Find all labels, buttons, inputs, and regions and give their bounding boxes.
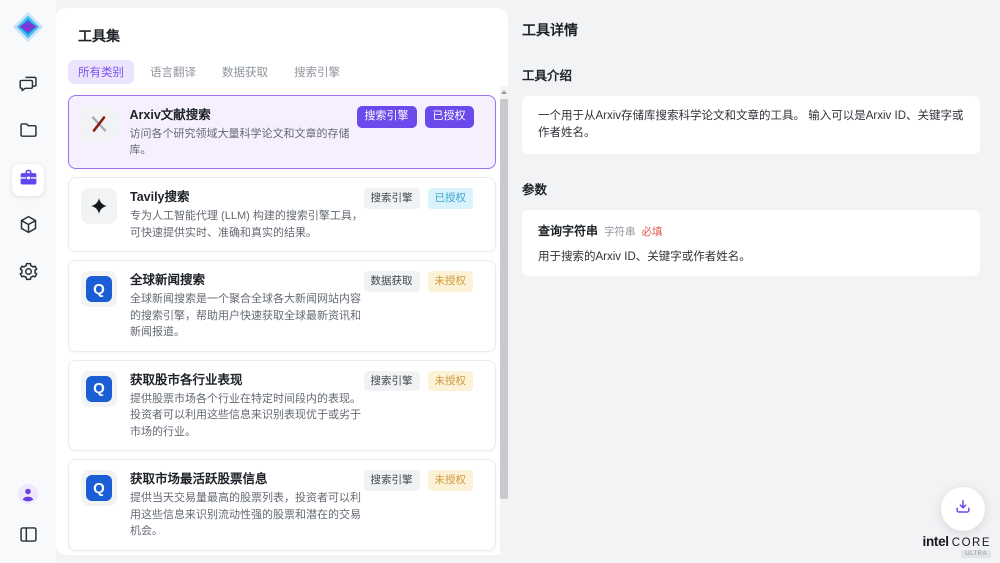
- tool-name: Arxiv文献搜索: [130, 106, 357, 124]
- scroll-up-icon[interactable]: [501, 90, 507, 94]
- layout-icon: [18, 524, 39, 550]
- page-title: 工具集: [78, 26, 508, 46]
- tab-search-engine[interactable]: 搜索引擎: [284, 60, 350, 84]
- tab-data-fetch[interactable]: 数据获取: [212, 60, 278, 84]
- tool-description: 提供当天交易量最高的股票列表，投资者可以利用这些信息来识别流动性强的股票和潜在的…: [130, 490, 364, 540]
- tavily-sparkle-icon: [81, 188, 117, 224]
- tool-badges: 搜索引擎 已授权: [357, 106, 474, 128]
- param-required-badge: 必填: [642, 224, 663, 239]
- folder-icon: [18, 120, 39, 146]
- category-badge: 搜索引擎: [364, 188, 420, 209]
- news-q-logo-icon: Q: [81, 371, 117, 407]
- tool-card[interactable]: Q 获取股市各行业表现 提供股票市场各个行业在特定时间段内的表现。投资者可以利用…: [68, 360, 496, 452]
- sidebar-bottom: [12, 480, 44, 553]
- news-q-logo-icon: Q: [81, 470, 117, 506]
- auth-badge: 已授权: [425, 106, 474, 128]
- sidebar-nav: [12, 70, 44, 290]
- tool-name: 获取市场最活跃股票信息: [130, 470, 364, 488]
- category-badge: 数据获取: [364, 271, 420, 292]
- sidebar-item-folder[interactable]: [12, 117, 44, 149]
- tool-description: 全球新闻搜索是一个聚合全球各大新闻网站内容的搜索引擎，帮助用户快速获取全球最新资…: [130, 291, 364, 341]
- auth-badge: 已授权: [428, 188, 474, 209]
- tool-badges: 搜索引擎 未授权: [364, 470, 474, 491]
- sidebar-item-layout[interactable]: [12, 521, 44, 553]
- core-wordmark: CORE: [952, 537, 991, 549]
- tools-list-panel: 工具集 所有类别语言翻译数据获取搜索引擎 Arxiv文献搜索 访问各个研究领域大…: [56, 8, 508, 555]
- intel-core-logo: intel CORE ultra: [921, 534, 991, 558]
- tool-badges: 搜索引擎 已授权: [364, 188, 474, 209]
- news-q-logo-icon: Q: [81, 271, 117, 307]
- tool-name: Tavily搜索: [130, 188, 364, 206]
- param-description: 用于搜索的Arxiv ID、关键字或作者姓名。: [538, 248, 964, 264]
- detail-title: 工具详情: [522, 20, 980, 40]
- download-icon: [953, 497, 973, 522]
- auth-badge: 未授权: [428, 271, 474, 292]
- tool-card[interactable]: Q 获取市场最活跃股票信息 提供当天交易量最高的股票列表，投资者可以利用这些信息…: [68, 459, 496, 551]
- tool-name: 获取股市各行业表现: [130, 371, 364, 389]
- param-card: 查询字符串 字符串 必填 用于搜索的Arxiv ID、关键字或作者姓名。: [522, 210, 980, 276]
- tab-translation[interactable]: 语言翻译: [140, 60, 206, 84]
- toolbox-icon: [18, 167, 39, 193]
- package-icon: [18, 214, 39, 240]
- tool-description: 专为人工智能代理 (LLM) 构建的搜索引擎工具，可快速提供实时、准确和真实的结…: [130, 208, 364, 241]
- param-type: 字符串: [604, 224, 636, 239]
- category-badge: 搜索引擎: [357, 106, 417, 128]
- tool-list: Arxiv文献搜索 访问各个研究领域大量科学论文和文章的存储库。 搜索引擎 已授…: [56, 95, 508, 555]
- intro-heading: 工具介绍: [522, 65, 980, 84]
- category-tabs: 所有类别语言翻译数据获取搜索引擎: [68, 60, 508, 84]
- tool-detail-panel: 工具详情 工具介绍 一个用于从Arxiv存储库搜索科学论文和文章的工具。 输入可…: [508, 0, 1000, 563]
- params-heading: 参数: [522, 179, 980, 198]
- auth-badge: 未授权: [428, 470, 474, 491]
- intro-text: 一个用于从Arxiv存储库搜索科学论文和文章的工具。 输入可以是Arxiv ID…: [538, 108, 964, 142]
- category-badge: 搜索引擎: [364, 371, 420, 392]
- sidebar-item-settings[interactable]: [12, 258, 44, 290]
- sidebar: [0, 0, 56, 563]
- auth-badge: 未授权: [428, 371, 474, 392]
- avatar-icon: [16, 482, 40, 511]
- sidebar-item-package[interactable]: [12, 211, 44, 243]
- settings-icon: [18, 261, 39, 287]
- sidebar-item-avatar[interactable]: [12, 480, 44, 512]
- tool-description: 访问各个研究领域大量科学论文和文章的存储库。: [130, 126, 357, 159]
- tab-all-categories[interactable]: 所有类别: [68, 60, 134, 84]
- arxiv-logo-icon: [81, 106, 117, 142]
- sidebar-item-chat[interactable]: [12, 70, 44, 102]
- tool-badges: 搜索引擎 未授权: [364, 371, 474, 392]
- tool-description: 提供股票市场各个行业在特定时间段内的表现。投资者可以利用这些信息来识别表现优于或…: [130, 391, 364, 441]
- intel-wordmark: intel: [923, 534, 949, 549]
- tool-badges: 数据获取 未授权: [364, 271, 474, 292]
- chat-icon: [18, 73, 39, 99]
- download-button[interactable]: [941, 487, 985, 531]
- ultra-badge: ultra: [961, 550, 991, 558]
- tool-name: 全球新闻搜索: [130, 271, 364, 289]
- intro-card: 一个用于从Arxiv存储库搜索科学论文和文章的工具。 输入可以是Arxiv ID…: [522, 96, 980, 154]
- list-scrollbar[interactable]: [500, 86, 508, 555]
- param-name: 查询字符串: [538, 222, 598, 239]
- tool-card[interactable]: Arxiv文献搜索 访问各个研究领域大量科学论文和文章的存储库。 搜索引擎 已授…: [68, 95, 496, 169]
- tool-card[interactable]: Tavily搜索 专为人工智能代理 (LLM) 构建的搜索引擎工具，可快速提供实…: [68, 177, 496, 252]
- category-badge: 搜索引擎: [364, 470, 420, 491]
- app-logo-icon: [11, 10, 45, 44]
- scrollbar-thumb[interactable]: [500, 99, 508, 499]
- tool-card[interactable]: Q 全球新闻搜索 全球新闻搜索是一个聚合全球各大新闻网站内容的搜索引擎，帮助用户…: [68, 260, 496, 352]
- sidebar-item-toolbox[interactable]: [12, 164, 44, 196]
